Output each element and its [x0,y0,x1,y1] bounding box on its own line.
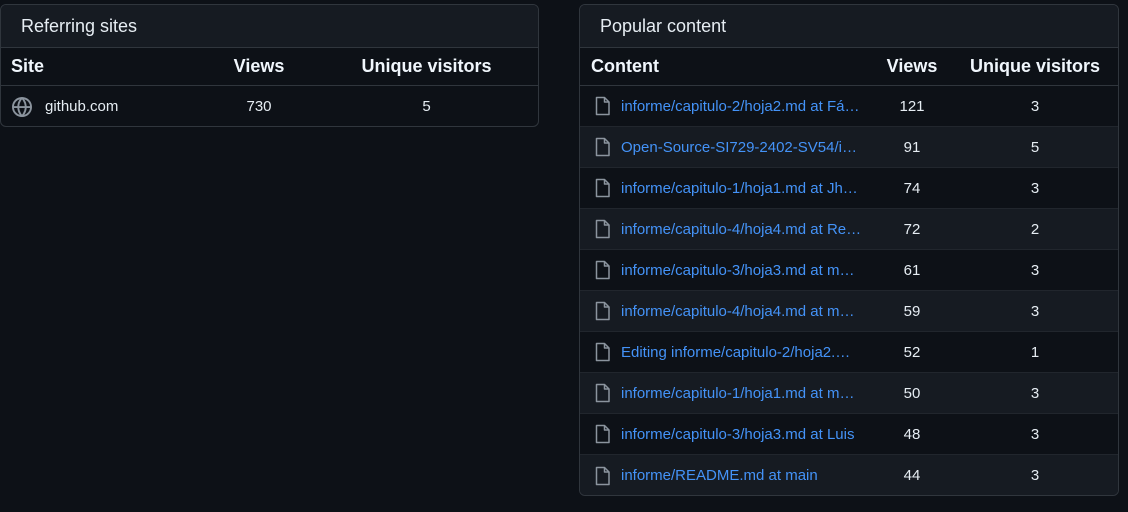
content-cell: informe/capitulo-4/hoja4.md at Re… [580,219,872,239]
column-header-views: Views [886,56,938,76]
views-count: 44 [903,467,921,484]
column-header-unique-visitors: Unique visitors [969,56,1101,76]
site-cell: github.com [1,96,199,117]
file-icon [594,383,611,403]
unique-visitors-count: 3 [1030,384,1040,402]
site-name[interactable]: github.com [45,98,118,115]
content-cell: informe/capitulo-1/hoja1.md at Jh… [580,178,872,198]
popular-content-table-header: Content Views Unique visitors [580,48,1118,86]
popular-content-title: Popular content [580,5,1118,48]
unique-visitors-count: 5 [1030,138,1040,156]
content-link[interactable]: informe/capitulo-2/hoja2.md at Fá… [621,98,865,115]
content-cell: informe/capitulo-3/hoja3.md at m… [580,260,872,280]
popular-content-rows: informe/capitulo-2/hoja2.md at Fá… 121 3… [580,86,1118,495]
file-icon [594,424,611,444]
file-icon [594,96,611,116]
file-icon [594,301,611,321]
content-link[interactable]: informe/capitulo-4/hoja4.md at m… [621,303,865,320]
referring-sites-panel: Referring sites Site Views Unique visito… [0,4,539,127]
table-row: informe/capitulo-3/hoja3.md at m… 61 3 [580,250,1118,291]
content-link[interactable]: informe/README.md at main [621,467,865,484]
views-count: 730 [246,98,272,115]
table-row: informe/README.md at main 44 3 [580,455,1118,495]
unique-visitors-count: 2 [1030,220,1040,238]
views-count: 50 [903,384,921,402]
views-count: 48 [903,425,921,443]
file-icon [594,342,611,362]
column-header-content: Content [591,56,659,76]
unique-visitors-count: 1 [1030,343,1040,361]
unique-visitors-count: 5 [422,98,431,115]
referring-sites-table-header: Site Views Unique visitors [1,48,538,86]
content-cell: informe/capitulo-2/hoja2.md at Fá… [580,96,872,116]
table-row: informe/capitulo-4/hoja4.md at Re… 72 2 [580,209,1118,250]
views-count: 74 [903,179,921,197]
content-link[interactable]: Open-Source-SI729-2402-SV54/inf… [621,139,865,156]
content-cell: Editing informe/capitulo-2/hoja2.… [580,342,872,362]
content-link[interactable]: Editing informe/capitulo-2/hoja2.… [621,344,865,361]
referring-sites-title: Referring sites [1,5,538,48]
column-header-unique-visitors: Unique visitors [361,56,492,76]
popular-content-panel: Popular content Content Views Unique vis… [579,4,1119,496]
file-icon [594,137,611,157]
content-cell: informe/README.md at main [580,466,872,486]
content-link[interactable]: informe/capitulo-3/hoja3.md at Luis [621,426,865,443]
content-cell: informe/capitulo-4/hoja4.md at m… [580,301,872,321]
content-cell: informe/capitulo-3/hoja3.md at Luis [580,424,872,444]
column-header-site: Site [11,56,45,76]
file-icon [594,466,611,486]
table-row: informe/capitulo-2/hoja2.md at Fá… 121 3 [580,86,1118,127]
file-icon [594,219,611,239]
file-icon [594,178,611,198]
globe-icon [12,96,32,117]
views-count: 61 [903,261,921,279]
table-row: informe/capitulo-1/hoja1.md at Jh… 74 3 [580,168,1118,209]
content-link[interactable]: informe/capitulo-3/hoja3.md at m… [621,262,865,279]
table-row: Open-Source-SI729-2402-SV54/inf… 91 5 [580,127,1118,168]
unique-visitors-count: 3 [1030,467,1040,484]
table-row: Editing informe/capitulo-2/hoja2.… 52 1 [580,332,1118,373]
views-count: 59 [903,302,921,320]
unique-visitors-count: 3 [1030,302,1040,320]
unique-visitors-count: 3 [1030,261,1040,279]
table-row: informe/capitulo-1/hoja1.md at m… 50 3 [580,373,1118,414]
content-cell: Open-Source-SI729-2402-SV54/inf… [580,137,872,157]
views-count: 72 [903,220,921,238]
views-count: 121 [899,97,925,115]
unique-visitors-count: 3 [1030,179,1040,197]
views-count: 52 [903,343,921,361]
views-count: 91 [903,138,921,156]
column-header-views: Views [233,56,285,76]
content-link[interactable]: informe/capitulo-1/hoja1.md at m… [621,385,865,402]
table-row: informe/capitulo-4/hoja4.md at m… 59 3 [580,291,1118,332]
table-row: github.com 730 5 [1,86,538,126]
table-row: informe/capitulo-3/hoja3.md at Luis 48 3 [580,414,1118,455]
file-icon [594,260,611,280]
unique-visitors-count: 3 [1030,425,1040,443]
content-link[interactable]: informe/capitulo-4/hoja4.md at Re… [621,221,865,238]
content-cell: informe/capitulo-1/hoja1.md at m… [580,383,872,403]
content-link[interactable]: informe/capitulo-1/hoja1.md at Jh… [621,180,865,197]
unique-visitors-count: 3 [1030,97,1040,115]
